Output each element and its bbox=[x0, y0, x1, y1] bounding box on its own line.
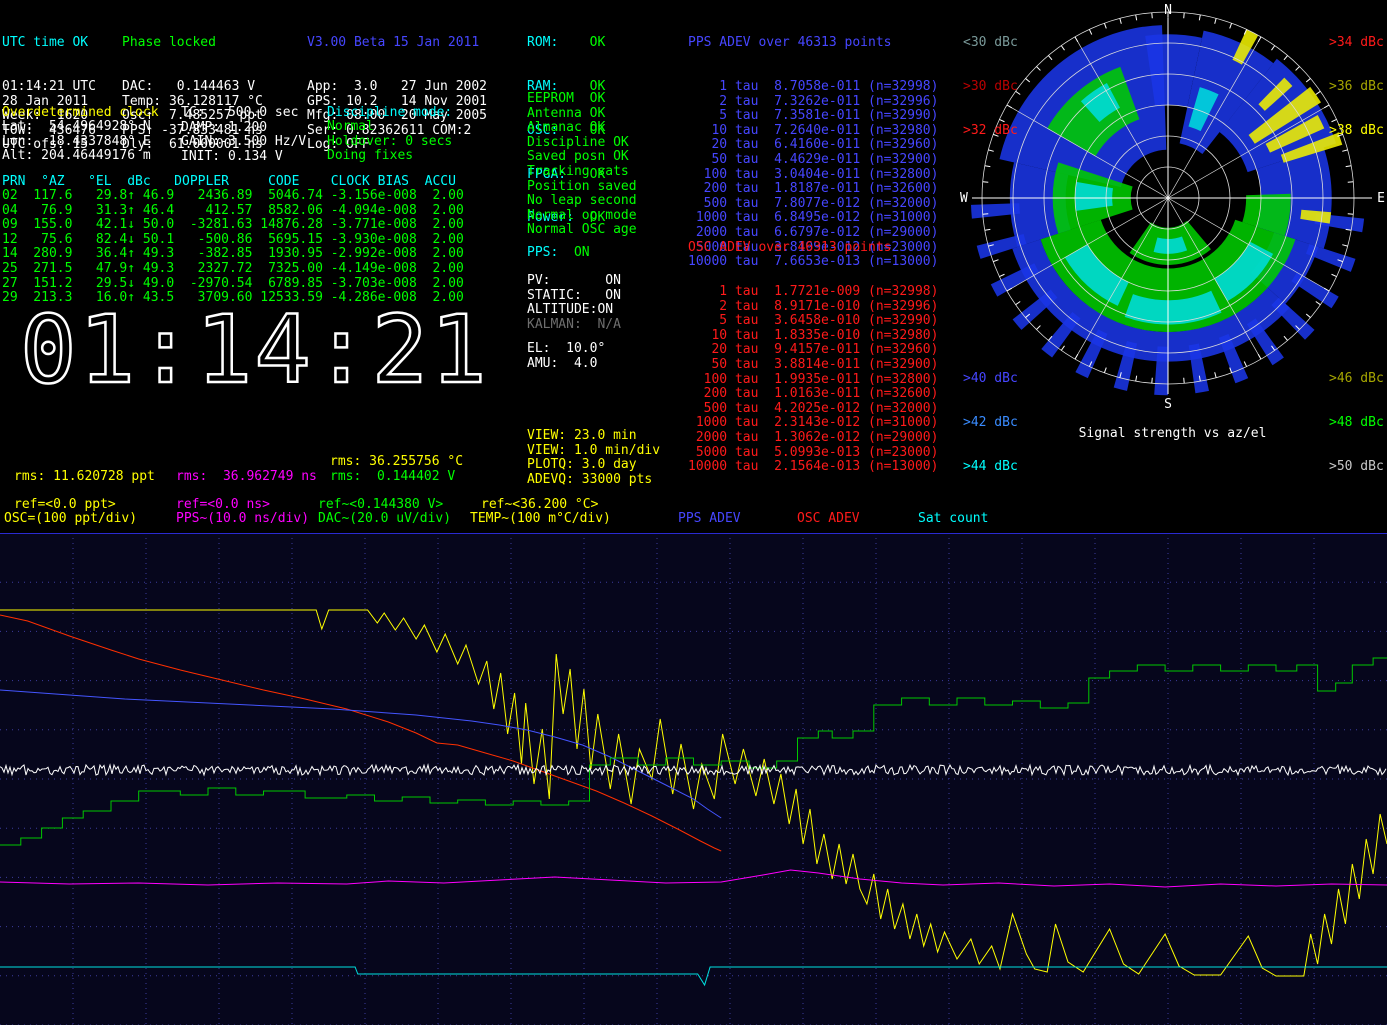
scale-osc: OSC=(100 ppt/div) bbox=[4, 512, 137, 527]
version-header: V3.00 Beta 15 Jan 2011 bbox=[307, 36, 487, 51]
pps-state-row: PPS: ON bbox=[527, 246, 590, 261]
osc-adev-header: OSC ADEV over 46313 points bbox=[688, 241, 938, 256]
time-status-header: UTC time OK bbox=[2, 36, 96, 51]
scale-pps: PPS~(10.0 ns/div) bbox=[176, 512, 309, 527]
west-label: W bbox=[960, 191, 968, 206]
plot-legend-pps-adev: PPS ADEV bbox=[678, 512, 741, 527]
pps-value: ON bbox=[574, 245, 590, 260]
status-row-rom: ROM: OK bbox=[527, 36, 605, 51]
osc-adev-block: OSC ADEV over 46313 points 1 tau 1.7721e… bbox=[688, 212, 938, 504]
phase-status-header: Phase locked bbox=[122, 36, 263, 51]
gps-flags-block: EEPROM OK Antenna OK Almanac OK Discipli… bbox=[527, 92, 637, 238]
legend-item: >40 dBc bbox=[963, 372, 1018, 387]
north-label: N bbox=[1164, 3, 1172, 18]
satellite-polar-plot: N E S W bbox=[958, 0, 1387, 414]
fix-flags-block: PV: ON STATIC: ON ALTITUDE:ON bbox=[527, 274, 621, 318]
plot-legend-osc-adev: OSC ADEV bbox=[797, 512, 860, 527]
signal-legend-nw: <30 dBc >30 dBc >32 dBc bbox=[963, 7, 1018, 168]
scale-temp: TEMP~(100 m°C/div) bbox=[470, 512, 611, 527]
kalman-row: KALMAN: N/A bbox=[527, 318, 621, 333]
legend-item: <30 dBc bbox=[963, 36, 1018, 51]
signal-legend-sw: >40 dBc >42 dBc >44 dBc bbox=[963, 343, 1018, 504]
legend-item: >32 dBc bbox=[963, 124, 1018, 139]
lady-heather-gpsdo-monitor: N E S W UTC time OK 01:14:21 UTC 28 Jan … bbox=[0, 0, 1387, 1025]
legend-item: >36 dBc bbox=[1329, 80, 1384, 95]
view-block: VIEW: 23.0 min VIEW: 1.0 min/div PLOTQ: … bbox=[527, 429, 660, 487]
mask-block: EL: 10.0° AMU: 4.0 bbox=[527, 342, 605, 371]
legend-item: >44 dBc bbox=[963, 460, 1018, 475]
rms-temp: rms: 36.255756 °C bbox=[330, 455, 463, 470]
polar-caption: Signal strength vs az/el bbox=[958, 427, 1387, 442]
pps-label: PPS: bbox=[527, 245, 574, 260]
legend-item: >30 dBc bbox=[963, 80, 1018, 95]
legend-item: >46 dBc bbox=[1329, 372, 1384, 387]
legend-item: >38 dBc bbox=[1329, 124, 1384, 139]
rms-pps: rms: 36.962749 ns bbox=[176, 470, 317, 485]
scale-dac: DAC~(20.0 uV/div) bbox=[318, 512, 451, 527]
discipline-mode-lines: Normal Holdover: 0 secs Doing fixes bbox=[327, 120, 452, 164]
position-block: Lat: 54.4964928° N Lon: 18.4337848° E Al… bbox=[2, 120, 151, 164]
rom-label: ROM: bbox=[527, 35, 590, 50]
rom-value: OK bbox=[590, 35, 606, 50]
rms-dac: rms: 0.144402 V bbox=[330, 470, 455, 485]
history-plot bbox=[0, 533, 1387, 1025]
osc-adev-rows: 1 tau 1.7721e-009 (n=32998) 2 tau 8.9171… bbox=[688, 285, 938, 475]
big-digital-clock: 01:14:21 bbox=[20, 299, 489, 403]
east-label: E bbox=[1377, 191, 1385, 206]
sat-table-rows: 02 117.6 29.8↑ 46.9 2436.89 5046.74 -3.1… bbox=[2, 189, 464, 306]
signal-legend-se: >46 dBc >48 dBc >50 dBc bbox=[1329, 343, 1384, 504]
loop-params-block: TC: 500.0 sec DAMP: 1.200 GAIN:-3.500 Hz… bbox=[181, 106, 306, 164]
legend-item: >50 dBc bbox=[1329, 460, 1384, 475]
rms-osc: rms: 11.620728 ppt bbox=[14, 470, 155, 485]
south-label: S bbox=[1164, 397, 1172, 412]
plot-legend-sat-count: Sat count bbox=[918, 512, 988, 527]
pps-adev-header: PPS ADEV over 46313 points bbox=[688, 36, 938, 51]
signal-legend-ne: >34 dBc >36 dBc >38 dBc bbox=[1329, 7, 1384, 168]
legend-item: >34 dBc bbox=[1329, 36, 1384, 51]
